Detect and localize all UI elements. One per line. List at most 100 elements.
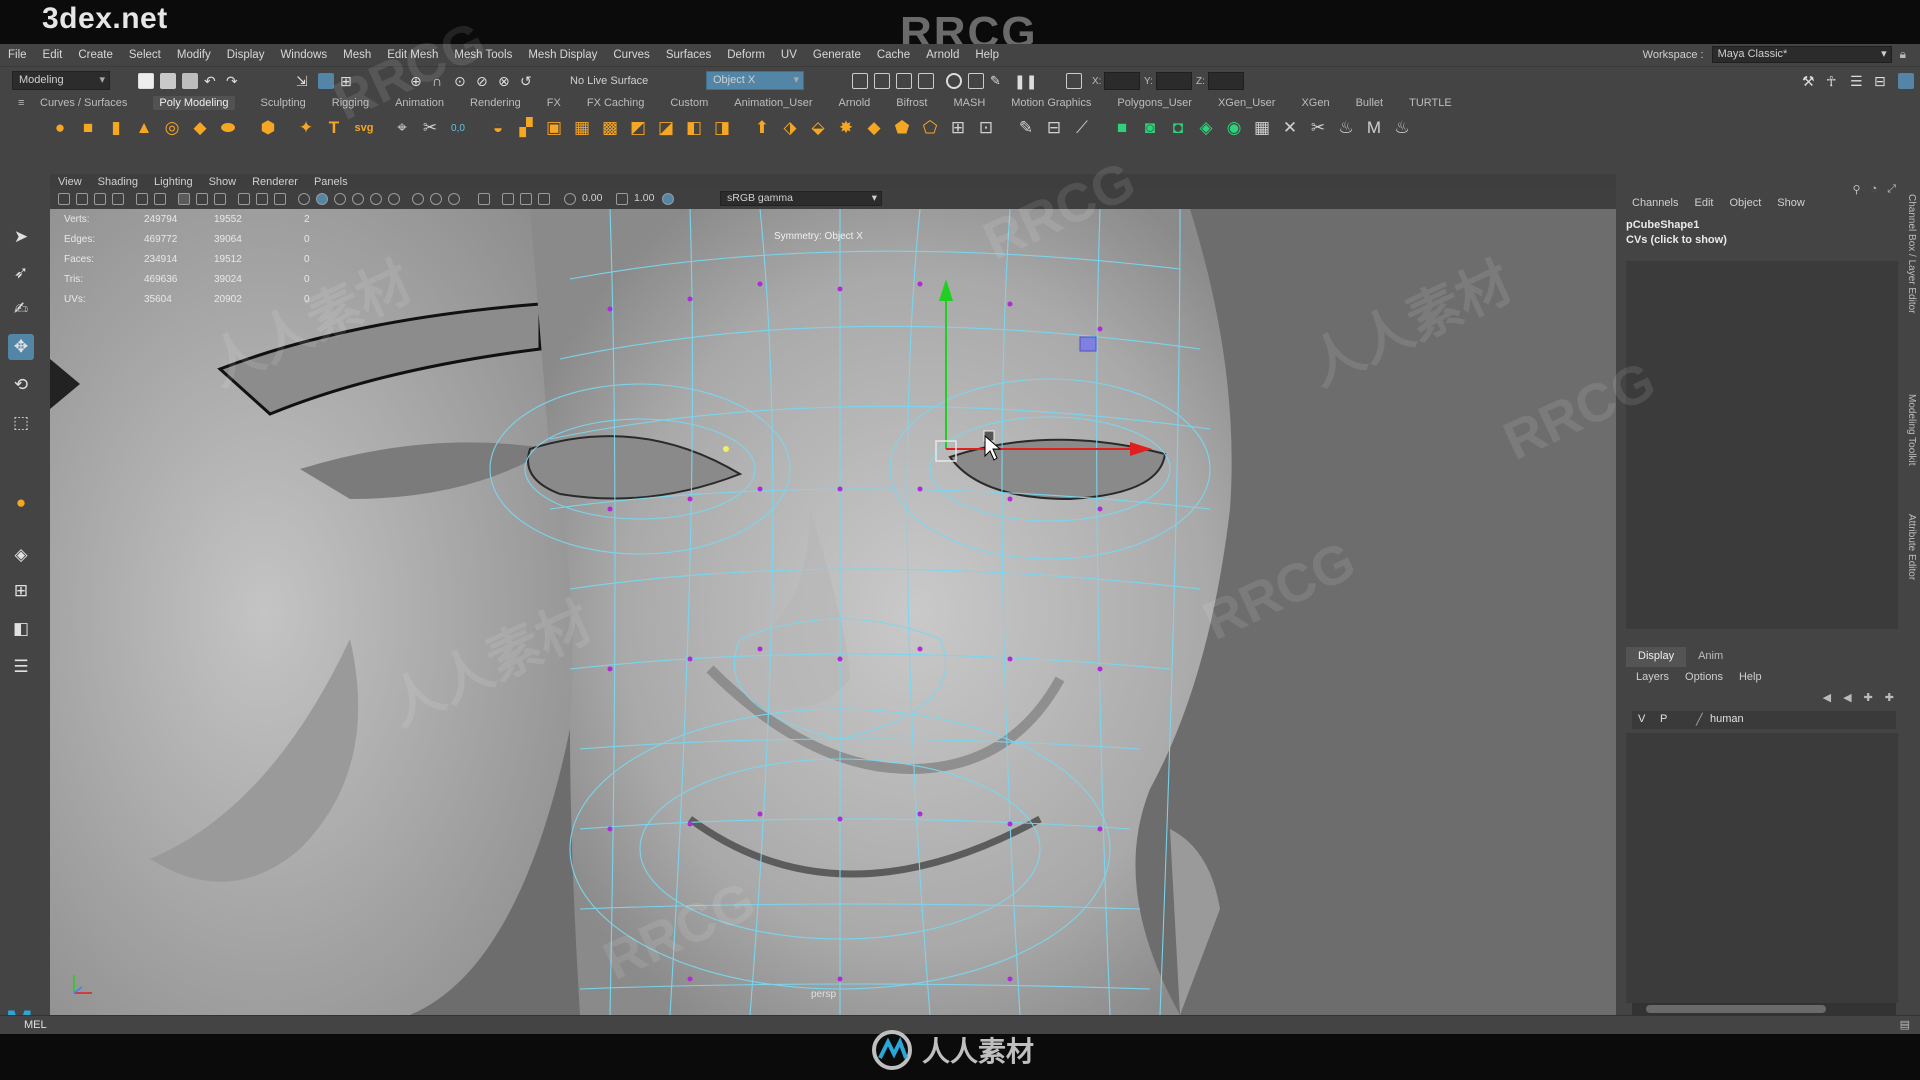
search-icon[interactable]: ◔ <box>1871 183 1878 196</box>
side-tab-modeling-toolkit[interactable]: Modeling Toolkit <box>1906 394 1917 466</box>
poly-sphere-icon[interactable]: ● <box>48 116 72 140</box>
snap-point-icon[interactable]: ⊙ <box>454 73 470 89</box>
poly-cylinder-icon[interactable]: ▮ <box>104 116 128 140</box>
two-view-icon[interactable]: ◧ <box>8 616 34 642</box>
smooth-shade-icon[interactable] <box>316 193 328 205</box>
extract-icon[interactable]: ▩ <box>598 116 622 140</box>
layer-name[interactable]: human <box>1710 713 1744 725</box>
menu-help[interactable]: Help <box>975 49 999 61</box>
cut-uv-icon[interactable]: ✂ <box>1306 116 1330 140</box>
undo-icon[interactable]: ↶ <box>204 73 220 89</box>
side-tab-attribute-editor[interactable]: Attribute Editor <box>1906 514 1917 580</box>
insert-edge-loop-icon[interactable]: ⊟ <box>1042 116 1066 140</box>
wedge-icon[interactable]: ◨ <box>710 116 734 140</box>
layer-row[interactable]: V P ╱ human <box>1632 711 1896 729</box>
select-hierarchy-icon[interactable]: ⇲ <box>296 73 312 89</box>
select-object-icon[interactable] <box>318 73 334 89</box>
channel-box-cvs-label[interactable]: CVs (click to show) <box>1626 234 1727 246</box>
wireframe-on-shaded-icon[interactable] <box>334 193 346 205</box>
command-language-label[interactable]: MEL <box>24 1019 47 1031</box>
move-tool-icon[interactable]: ✥ <box>8 334 34 360</box>
xray-joints-icon[interactable] <box>520 193 532 205</box>
unfold-icon[interactable]: ■ <box>1110 116 1134 140</box>
panel-menu-lighting[interactable]: Lighting <box>154 176 193 188</box>
view-transform-dropdown[interactable]: sRGB gamma ▾ <box>720 191 882 206</box>
shelf-tab-animation-user[interactable]: Animation_User <box>734 97 812 109</box>
tool-settings-icon[interactable]: ⊟ <box>1874 73 1890 89</box>
snap-live-icon[interactable]: ↺ <box>520 73 536 89</box>
combine-icon[interactable]: ◒ <box>486 116 510 140</box>
perspective-viewport[interactable]: Verts: 249794 19552 2 Edges: 469772 39064 0 Fa… <box>50 209 1616 1015</box>
menu-arnold[interactable]: Arnold <box>926 49 959 61</box>
channel-box-menu-channels[interactable]: Channels <box>1632 197 1678 209</box>
svg-tool-icon[interactable]: svg <box>352 116 376 140</box>
paint-select-icon[interactable]: ✍ <box>8 296 34 322</box>
move-layer-down-icon[interactable]: ◀ <box>1843 691 1851 704</box>
attribute-editor-icon[interactable]: ☰ <box>1850 73 1866 89</box>
poly-cone-icon[interactable]: ▲ <box>132 116 156 140</box>
layer-color-icon[interactable]: ╱ <box>1696 713 1703 726</box>
render-setup-icon[interactable] <box>968 73 984 89</box>
scale-tool-icon[interactable]: ⬚ <box>8 410 34 436</box>
z-field[interactable] <box>1208 72 1244 90</box>
snap-curve-icon[interactable]: ∩ <box>432 73 448 89</box>
planar-map-icon[interactable]: ◘ <box>1166 116 1190 140</box>
append-icon[interactable]: ◪ <box>654 116 678 140</box>
channel-box-menu-show[interactable]: Show <box>1777 197 1805 209</box>
shelf-tab-xgen-user[interactable]: XGen_User <box>1218 97 1275 109</box>
shelf-menu-icon[interactable]: ≡ <box>18 97 24 109</box>
xray-components-icon[interactable] <box>538 193 550 205</box>
new-scene-icon[interactable] <box>138 73 154 89</box>
menu-curves[interactable]: Curves <box>613 49 649 61</box>
chamfer-icon[interactable]: ◆ <box>862 116 886 140</box>
light-editor-icon[interactable]: ✎ <box>990 73 1006 89</box>
target-weld-icon[interactable]: ⊞ <box>946 116 970 140</box>
x-field[interactable] <box>1104 72 1140 90</box>
connect-icon[interactable]: ⊡ <box>974 116 998 140</box>
character-controls-icon[interactable]: ☥ <box>1826 73 1842 89</box>
menu-deform[interactable]: Deform <box>727 49 765 61</box>
wireframe-icon[interactable] <box>298 193 310 205</box>
poly-torus-icon[interactable]: ◎ <box>160 116 184 140</box>
rotate-tool-icon[interactable]: ⟲ <box>8 372 34 398</box>
menu-display[interactable]: Display <box>227 49 265 61</box>
grid-icon[interactable] <box>178 193 190 205</box>
shelf-tab-xgen[interactable]: XGen <box>1301 97 1329 109</box>
shelf-tab-curves-surfaces[interactable]: Curves / Surfaces <box>40 97 127 109</box>
channel-box-object-name[interactable]: pCubeShape1 <box>1626 219 1699 231</box>
redo-icon[interactable]: ↷ <box>226 73 242 89</box>
smooth-icon[interactable]: ▣ <box>542 116 566 140</box>
mel-script-icon[interactable]: M <box>1362 116 1386 140</box>
side-tab-channel-box[interactable]: Channel Box / Layer Editor <box>1906 194 1917 314</box>
super-shape-icon[interactable]: ✦ <box>294 116 318 140</box>
menu-uv[interactable]: UV <box>781 49 797 61</box>
ipr-render-icon[interactable] <box>896 73 912 89</box>
select-tool-icon[interactable]: ➤ <box>8 224 34 250</box>
menu-generate[interactable]: Generate <box>813 49 861 61</box>
channel-box-menu-edit[interactable]: Edit <box>1694 197 1713 209</box>
menu-set-dropdown[interactable]: Modeling ▾ <box>12 71 110 90</box>
mirror-icon[interactable]: ⌖ <box>390 116 414 140</box>
shelf-tab-fx-caching[interactable]: FX Caching <box>587 97 644 109</box>
textured-icon[interactable] <box>352 193 364 205</box>
shelf-tab-mash[interactable]: MASH <box>953 97 985 109</box>
2d-pan-zoom-icon[interactable] <box>136 193 148 205</box>
snap-grid-icon[interactable]: ⊕ <box>410 73 426 89</box>
shelf-tab-bullet[interactable]: Bullet <box>1356 97 1384 109</box>
shelf-tab-rendering[interactable]: Rendering <box>470 97 521 109</box>
gate-mask-icon[interactable] <box>238 193 250 205</box>
separate-icon[interactable]: ▞ <box>514 116 538 140</box>
layer-visibility-toggle[interactable]: V <box>1638 713 1645 725</box>
field-chart-icon[interactable] <box>256 193 268 205</box>
type-tool-icon[interactable]: T <box>322 116 346 140</box>
resolution-gate-icon[interactable] <box>214 193 226 205</box>
new-layer-icon[interactable]: ✚ <box>1885 691 1894 704</box>
render-settings-icon[interactable] <box>918 73 934 89</box>
grease-pencil-icon[interactable] <box>154 193 166 205</box>
outliner-layout-icon[interactable]: ☰ <box>8 654 34 680</box>
uv-icon[interactable]: 0,0 <box>446 116 470 140</box>
menu-create[interactable]: Create <box>78 49 113 61</box>
python-script-icon[interactable]: ♨ <box>1334 116 1358 140</box>
menu-select[interactable]: Select <box>129 49 161 61</box>
menu-modify[interactable]: Modify <box>177 49 211 61</box>
